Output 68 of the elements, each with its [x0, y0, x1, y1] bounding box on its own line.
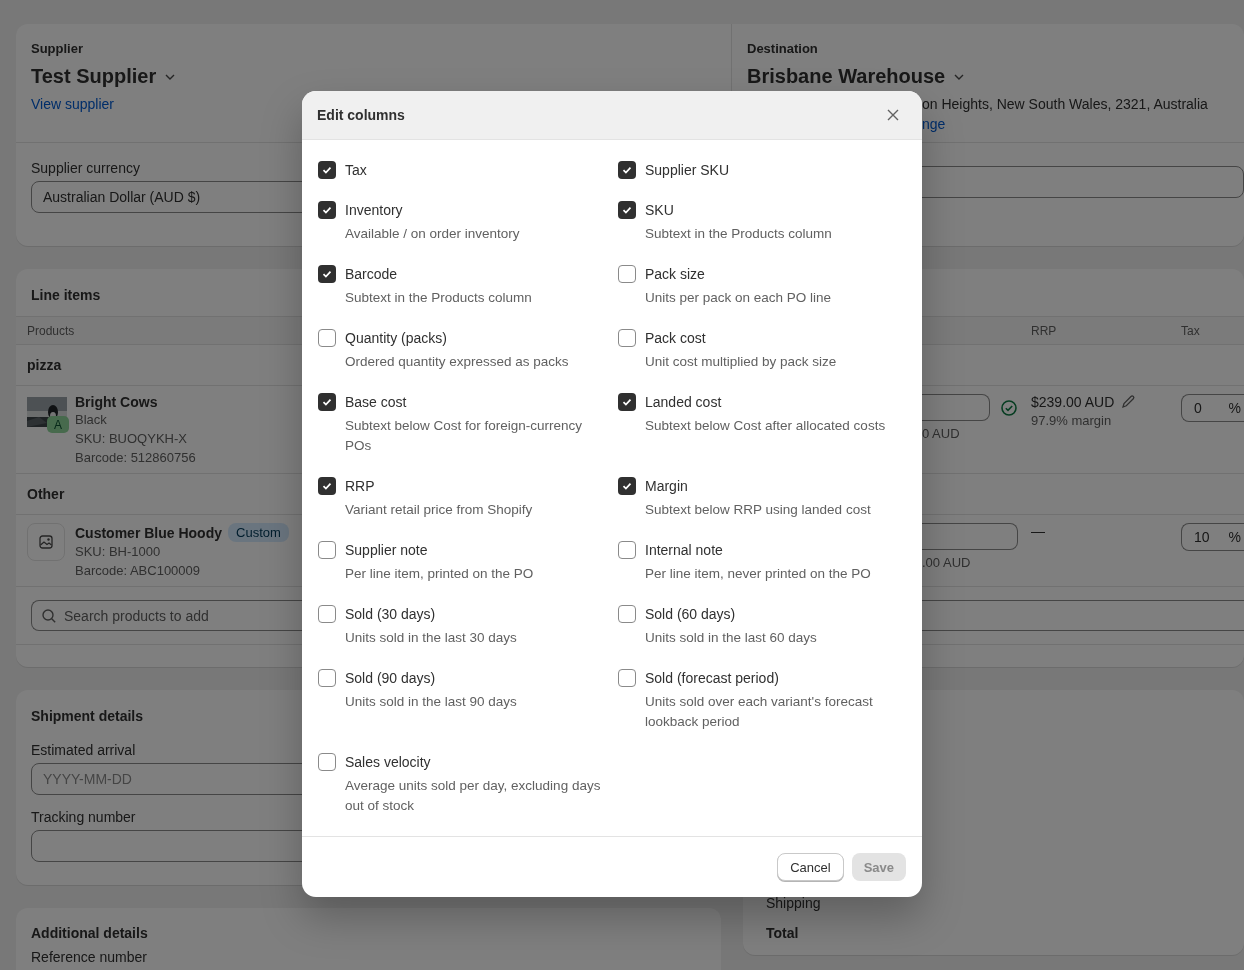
- rrp-value: $239.00 AUD: [1031, 394, 1115, 410]
- product-name: Customer Blue Hoody: [75, 524, 222, 541]
- option-label: Sold (forecast period): [645, 669, 779, 688]
- section-label: Destination: [747, 41, 818, 56]
- option-label: Pack cost: [645, 329, 706, 348]
- field-label: Tracking number: [31, 809, 136, 825]
- option-label: Inventory: [345, 201, 403, 220]
- option-description: Units sold in the last 90 days: [345, 693, 517, 711]
- product-name: Bright Cows: [75, 394, 158, 410]
- option-description: Per line item, printed on the PO: [345, 565, 534, 583]
- margin-text: 97.9% margin: [1031, 412, 1112, 430]
- option-description: Subtext in the Products column: [345, 289, 532, 307]
- barcode-text: Barcode: 512860756: [75, 449, 196, 467]
- option-description: Variant retail price from Shopify: [345, 501, 533, 519]
- option-description: Units sold over each variant's forecast lookback period: [645, 693, 874, 731]
- option-description: Average units sold per day, excluding days out of stock: [345, 777, 601, 815]
- option-label: RRP: [345, 477, 375, 496]
- card-title: Line items: [31, 287, 101, 303]
- option-description: Units per pack on each PO line: [645, 289, 832, 307]
- group-label: Other: [27, 486, 65, 502]
- option-description: Units sold in the last 30 days: [345, 629, 517, 647]
- option-label: SKU: [645, 201, 674, 220]
- option-description: Subtext in the Products column: [645, 225, 832, 243]
- field-label: Reference number: [31, 949, 147, 965]
- cost-note: 0 AUD: [922, 425, 960, 443]
- field-label: Estimated arrival: [31, 742, 136, 758]
- option-label: Supplier SKU: [645, 161, 730, 180]
- sku-text: SKU: BUOQYKH-X: [75, 430, 187, 448]
- option-description: Unit cost multiplied by pack size: [645, 353, 837, 371]
- column-header: Products: [27, 324, 75, 338]
- sku-text: SKU: BH-1000: [75, 543, 161, 561]
- option-label: Pack size: [645, 265, 705, 284]
- card-title: Additional details: [31, 925, 148, 941]
- card-title: Shipment details: [31, 708, 144, 724]
- option-label: Quantity (packs): [345, 329, 447, 348]
- field-label: Supplier currency: [31, 160, 140, 176]
- option-label: Margin: [645, 477, 688, 496]
- option-description: Subtext below RRP using landed cost: [645, 501, 871, 519]
- option-label: Sales velocity: [345, 753, 431, 772]
- variant-text: Black: [75, 411, 107, 429]
- dialog-title: Edit columns: [317, 107, 405, 123]
- summary-label: Shipping: [766, 895, 821, 911]
- custom-tag: Custom: [228, 523, 289, 542]
- cost-note: .00 AUD: [922, 554, 971, 572]
- group-label: pizza: [27, 357, 62, 373]
- column-header: RRP: [1031, 324, 1057, 338]
- option-label: Supplier note: [345, 541, 428, 560]
- option-label: Tax: [345, 161, 367, 180]
- option-label: Sold (90 days): [345, 669, 436, 688]
- total-label: Total: [766, 925, 799, 941]
- option-description: Available / on order inventory: [345, 225, 520, 243]
- option-label: Sold (30 days): [345, 605, 436, 624]
- option-label: Sold (60 days): [645, 605, 736, 624]
- address-text: on Heights, New South Wales, 2321, Australia: [922, 96, 1208, 112]
- rrp-value: —: [1031, 523, 1045, 539]
- barcode-text: Barcode: ABC100009: [75, 562, 201, 580]
- option-label: Barcode: [345, 265, 398, 284]
- option-label: Internal note: [645, 541, 723, 560]
- option-label: Base cost: [345, 393, 407, 412]
- option-description: Subtext below Cost after allocated costs: [645, 417, 886, 435]
- option-description: Units sold in the last 60 days: [645, 629, 817, 647]
- option-description: Per line item, never printed on the PO: [645, 565, 871, 583]
- option-label: Landed cost: [645, 393, 722, 412]
- option-description: Ordered quantity expressed as packs: [345, 353, 569, 371]
- avatar-badge: A: [47, 416, 69, 433]
- option-description: Subtext below Cost for foreign-currency POs: [345, 417, 584, 455]
- section-label: Supplier: [31, 41, 83, 56]
- column-header: Tax: [1181, 324, 1200, 338]
